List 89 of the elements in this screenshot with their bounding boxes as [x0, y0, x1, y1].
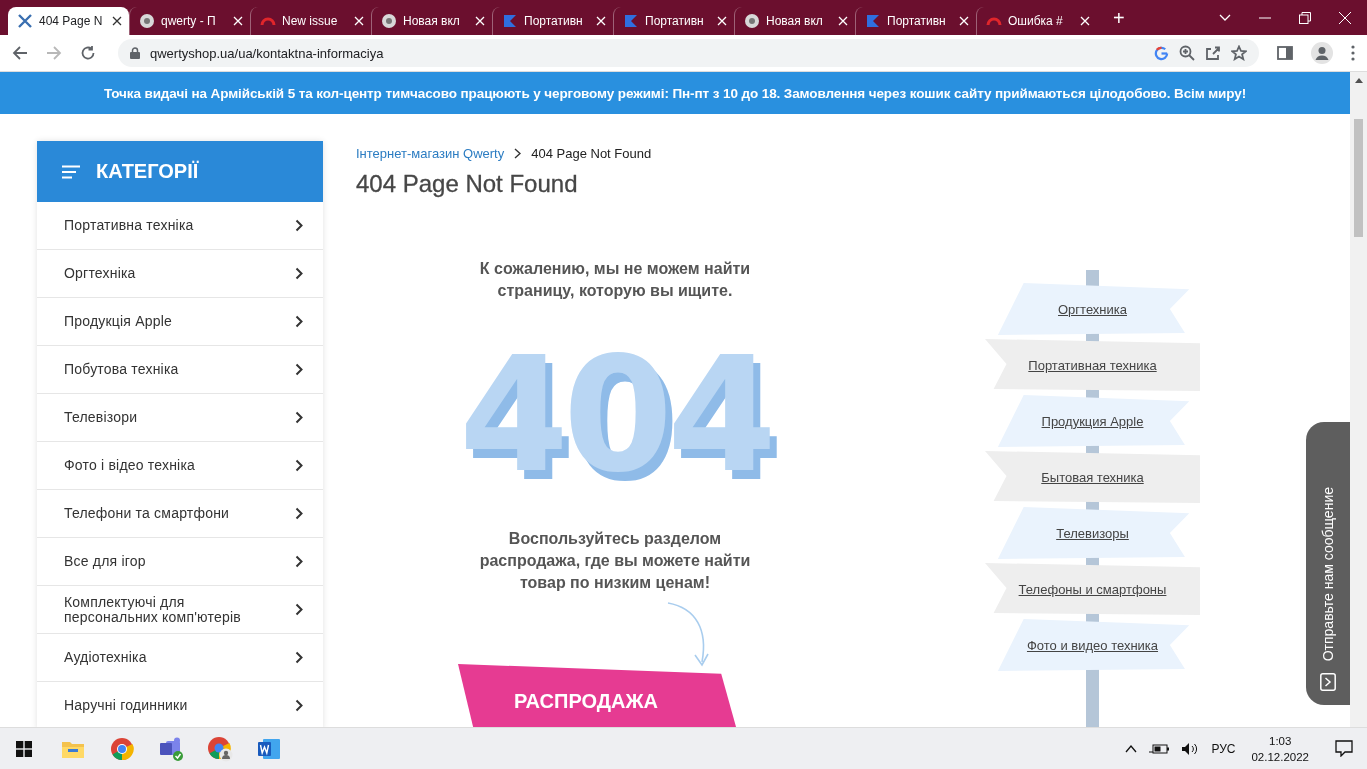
globe-icon	[381, 13, 397, 29]
chevron-right-icon	[295, 459, 303, 472]
globe-icon	[744, 13, 760, 29]
minimize-icon[interactable]	[1259, 16, 1271, 19]
share-icon[interactable]	[1205, 45, 1221, 61]
scroll-up-icon[interactable]	[1354, 78, 1363, 83]
sign-link[interactable]: Портативная техника	[985, 339, 1200, 391]
chevron-right-icon	[295, 411, 303, 424]
close-icon[interactable]	[112, 16, 122, 26]
star-icon[interactable]	[1231, 45, 1247, 61]
new-tab-button[interactable]: +	[1107, 6, 1131, 31]
page-title: 404 Page Not Found	[356, 170, 579, 198]
chevron-right-icon	[295, 363, 303, 376]
google-icon[interactable]	[1154, 45, 1169, 61]
back-icon[interactable]	[12, 45, 28, 61]
category-label: Телевізори	[64, 410, 138, 425]
language-indicator[interactable]: РУС	[1211, 741, 1236, 756]
clock-date: 02.12.2022	[1251, 749, 1309, 765]
chevron-right-icon	[295, 555, 303, 568]
category-item[interactable]: Комплектуючі для персональних комп'ютерів	[37, 586, 323, 634]
error-message: К сожалению, мы не можем найти страницу, которую вы ищите.	[478, 259, 752, 301]
chevron-down-icon[interactable]	[1219, 13, 1231, 22]
reload-icon[interactable]	[80, 45, 96, 61]
chrome-profile-icon[interactable]	[206, 735, 233, 762]
sign-link[interactable]: Телефоны и смартфоны	[985, 563, 1200, 615]
category-item[interactable]: Побутова техніка	[37, 346, 323, 394]
clock-time: 1:03	[1269, 733, 1292, 749]
chevron-box-icon	[1320, 673, 1336, 691]
breadcrumb-link[interactable]: Інтернет-магазин Qwerty	[356, 146, 505, 161]
category-label: Портативна техніка	[64, 218, 194, 233]
chevron-right-icon	[295, 699, 303, 712]
restore-icon[interactable]	[1299, 11, 1311, 24]
chevron-right-icon	[295, 507, 303, 520]
flag-icon	[623, 13, 639, 29]
flag-icon	[502, 13, 518, 29]
announcement-banner: Точка видачі на Армійській 5 та кол-центр тимчасово працюють у черговому режимі: Пн-пт з 10 до 18. Замовлення через кошик сайту приймаються цілодобово. Всім миру!	[0, 72, 1350, 114]
category-label: Побутова техніка	[64, 362, 179, 377]
teams-icon[interactable]	[157, 736, 184, 761]
chrome-icon[interactable]	[109, 736, 134, 761]
chevron-right-icon	[295, 267, 303, 280]
category-item[interactable]: Оргтехніка	[37, 250, 323, 298]
chevron-up-icon[interactable]	[1125, 744, 1138, 753]
notification-icon[interactable]	[1335, 740, 1353, 757]
category-label: Фото і відео техніка	[64, 458, 196, 473]
menu-icon	[62, 164, 80, 179]
menu-icon[interactable]	[1351, 45, 1355, 61]
category-item[interactable]: Продукція Apple	[37, 298, 323, 346]
chevron-right-icon	[295, 651, 303, 664]
clock[interactable]: 1:03 02.12.2022	[1251, 732, 1309, 765]
chevron-right-icon	[295, 603, 303, 616]
browser-tab[interactable]: 404 Page N	[8, 7, 129, 35]
category-label: Все для ігор	[64, 554, 146, 569]
category-label: Оргтехніка	[64, 266, 136, 281]
profile-icon[interactable]	[1311, 42, 1333, 64]
category-header[interactable]: КАТЕГОРІЇ	[37, 141, 323, 202]
x-logo-icon	[17, 13, 33, 29]
category-label: Продукція Apple	[64, 314, 173, 329]
lock-icon	[130, 47, 140, 59]
flag-icon	[865, 13, 881, 29]
category-title: КАТЕГОРІЇ	[96, 160, 199, 183]
category-label: Комплектуючі для персональних комп'ютерів	[64, 594, 242, 625]
chevron-right-icon	[295, 315, 303, 328]
scrollbar[interactable]	[1350, 72, 1367, 727]
address-bar[interactable]: qwertyshop.ua/ua/kontaktna-informaciya	[118, 39, 1259, 67]
battery-icon[interactable]	[1149, 742, 1170, 755]
sign-link[interactable]: Бытовая техника	[985, 451, 1200, 503]
category-item[interactable]: Фото і відео техніка	[37, 442, 323, 490]
volume-icon[interactable]	[1181, 741, 1200, 756]
side-panel-icon[interactable]	[1277, 45, 1293, 61]
category-label: Телефони та смартфони	[64, 506, 230, 521]
folder-icon[interactable]	[61, 739, 84, 758]
category-item[interactable]: Телевізори	[37, 394, 323, 442]
word-icon[interactable]	[256, 736, 281, 761]
globe-icon	[139, 13, 155, 29]
windows-icon[interactable]	[16, 740, 32, 757]
category-item[interactable]: Аудіотехніка	[37, 634, 323, 682]
sale-button[interactable]: РАСПРОДАЖА	[458, 664, 738, 727]
feedback-tab[interactable]: Отправьте нам сообщение	[1306, 422, 1350, 705]
category-item[interactable]: Телефони та смартфони	[37, 490, 323, 538]
chevron-right-icon	[295, 219, 303, 232]
category-item[interactable]: Портативна техніка	[37, 202, 323, 250]
category-label: Аудіотехніка	[64, 650, 147, 665]
category-label: Наручні годинники	[64, 698, 188, 713]
breadcrumb-current: 404 Page Not Found	[531, 146, 652, 161]
chevron-right-icon	[514, 148, 522, 159]
scrollbar-thumb[interactable]	[1354, 119, 1363, 237]
zoom-icon[interactable]	[1179, 45, 1195, 61]
sale-hint: Воспользуйтесь разделом распродажа, где вы можете найти товар по низким ценам!	[478, 529, 752, 593]
category-item[interactable]: Все для ігор	[37, 538, 323, 586]
